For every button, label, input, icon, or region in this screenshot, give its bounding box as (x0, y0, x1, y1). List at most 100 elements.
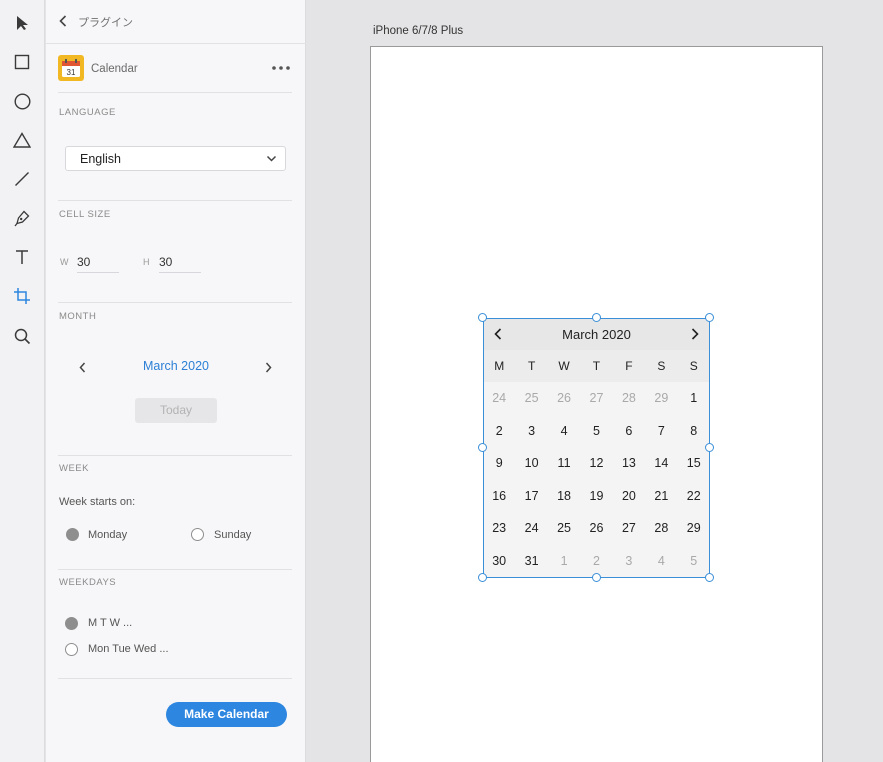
plugin-panel: プラグイン 31 Calendar LANGUAGE English CELL … (46, 0, 306, 762)
day-cell: 1 (560, 554, 568, 568)
day-cell: 3 (528, 423, 536, 438)
cell-size-label: CELL SIZE (59, 209, 111, 220)
day-cell: 17 (524, 488, 539, 503)
day-cell: 31 (524, 554, 539, 568)
radio-sunday-label: Sunday (214, 529, 252, 541)
day-cell: 20 (621, 488, 636, 503)
resize-handle-right[interactable] (705, 443, 714, 452)
text-icon (16, 250, 28, 264)
chevron-left-icon (78, 362, 85, 372)
day-cell: 24 (492, 391, 507, 405)
day-cell: 26 (589, 521, 604, 536)
weekday-header-cell: F (625, 359, 633, 373)
resize-handle-top[interactable] (592, 313, 601, 322)
next-month-button[interactable] (260, 359, 276, 375)
divider (58, 200, 292, 201)
day-cell: 27 (589, 391, 604, 405)
day-cell: 25 (524, 391, 539, 405)
height-input[interactable]: 30 (159, 251, 201, 273)
weekday-header-cell: S (689, 359, 698, 373)
resize-handle-bottom-right[interactable] (705, 573, 714, 582)
rectangle-tool[interactable] (8, 48, 36, 76)
resize-handle-left[interactable] (478, 443, 487, 452)
day-cell: 1 (690, 391, 698, 405)
day-cell: 4 (657, 554, 665, 568)
today-button[interactable]: Today (135, 398, 217, 423)
day-cell: 13 (621, 456, 636, 471)
ellipse-icon (13, 92, 31, 110)
divider (58, 455, 292, 456)
ellipse-tool[interactable] (8, 87, 36, 115)
month-value: March 2020 (142, 359, 209, 373)
text-tool[interactable] (8, 243, 36, 271)
rectangle-icon (14, 54, 30, 70)
language-label: LANGUAGE (59, 107, 116, 118)
day-cell: 14 (654, 456, 669, 471)
day-cell: 26 (557, 391, 571, 405)
more-options-icon[interactable] (270, 60, 292, 76)
divider (58, 569, 292, 570)
day-cell: 5 (690, 554, 698, 568)
search-icon (14, 328, 30, 344)
radio-sunday[interactable] (191, 528, 204, 541)
weekday-header-cell: M (494, 359, 505, 373)
week-label: WEEK (59, 463, 89, 474)
radio-weekdays-long-label: Mon Tue Wed ... (88, 643, 169, 655)
radio-monday[interactable] (66, 528, 79, 541)
line-tool[interactable] (8, 165, 36, 193)
divider (58, 92, 292, 93)
artboard-tool[interactable] (8, 282, 36, 310)
panel-header: プラグイン (46, 0, 306, 44)
artboard-title[interactable]: iPhone 6/7/8 Plus (373, 25, 463, 37)
day-cell: 24 (524, 521, 539, 536)
chevron-right-icon (265, 362, 272, 372)
calendar-header: March 2020 (483, 318, 710, 350)
zoom-tool[interactable] (8, 322, 36, 350)
weekday-header-row: MTWTFSS (483, 350, 710, 382)
artboard-icon (14, 288, 30, 304)
day-cell: 27 (621, 521, 636, 536)
polygon-tool[interactable] (8, 126, 36, 154)
divider (58, 302, 292, 303)
day-cell: 12 (589, 456, 604, 471)
day-cell: 19 (589, 488, 604, 503)
plugin-row: 31 Calendar (58, 55, 292, 83)
select-tool[interactable] (8, 9, 36, 37)
calendar-prev-icon[interactable] (490, 326, 506, 342)
day-cell: 8 (690, 423, 698, 438)
toolbar (0, 0, 45, 762)
pen-icon (14, 210, 30, 226)
weekday-header-cell: T (592, 359, 601, 373)
day-cell: 28 (654, 521, 669, 536)
language-select[interactable]: English (65, 146, 286, 171)
divider (58, 678, 292, 679)
weekday-header-cell: T (527, 359, 536, 373)
height-label: H (143, 257, 150, 267)
calendar-icon: 31 (58, 55, 84, 81)
radio-weekdays-long[interactable] (65, 643, 78, 656)
radio-weekdays-short-label: M T W ... (88, 617, 133, 629)
day-cell: 4 (560, 423, 568, 438)
resize-handle-bottom[interactable] (592, 573, 601, 582)
chevron-left-icon[interactable] (56, 12, 70, 30)
day-cell: 29 (686, 521, 701, 536)
pen-tool[interactable] (8, 204, 36, 232)
day-cell: 2 (495, 423, 503, 438)
radio-monday-label: Monday (88, 529, 128, 541)
calendar-next-icon[interactable] (687, 326, 703, 342)
day-cell: 21 (654, 488, 669, 503)
resize-handle-bottom-left[interactable] (478, 573, 487, 582)
make-calendar-button[interactable]: Make Calendar (166, 702, 287, 727)
month-label: MONTH (59, 311, 97, 322)
radio-weekdays-short[interactable] (65, 617, 78, 630)
weekday-header-cell: W (558, 359, 570, 373)
day-cell: 6 (625, 423, 633, 438)
resize-handle-top-right[interactable] (705, 313, 714, 322)
resize-handle-top-left[interactable] (478, 313, 487, 322)
width-input[interactable]: 30 (77, 251, 119, 273)
prev-month-button[interactable] (74, 359, 90, 375)
day-cell: 9 (495, 456, 503, 471)
language-select-value: English (80, 152, 121, 166)
calendar-widget[interactable]: March 2020 MTWTFSS 24 25 26 27 28 29 1 2 3 4 5 6 7 8 9… (483, 318, 710, 578)
line-icon (15, 172, 29, 186)
